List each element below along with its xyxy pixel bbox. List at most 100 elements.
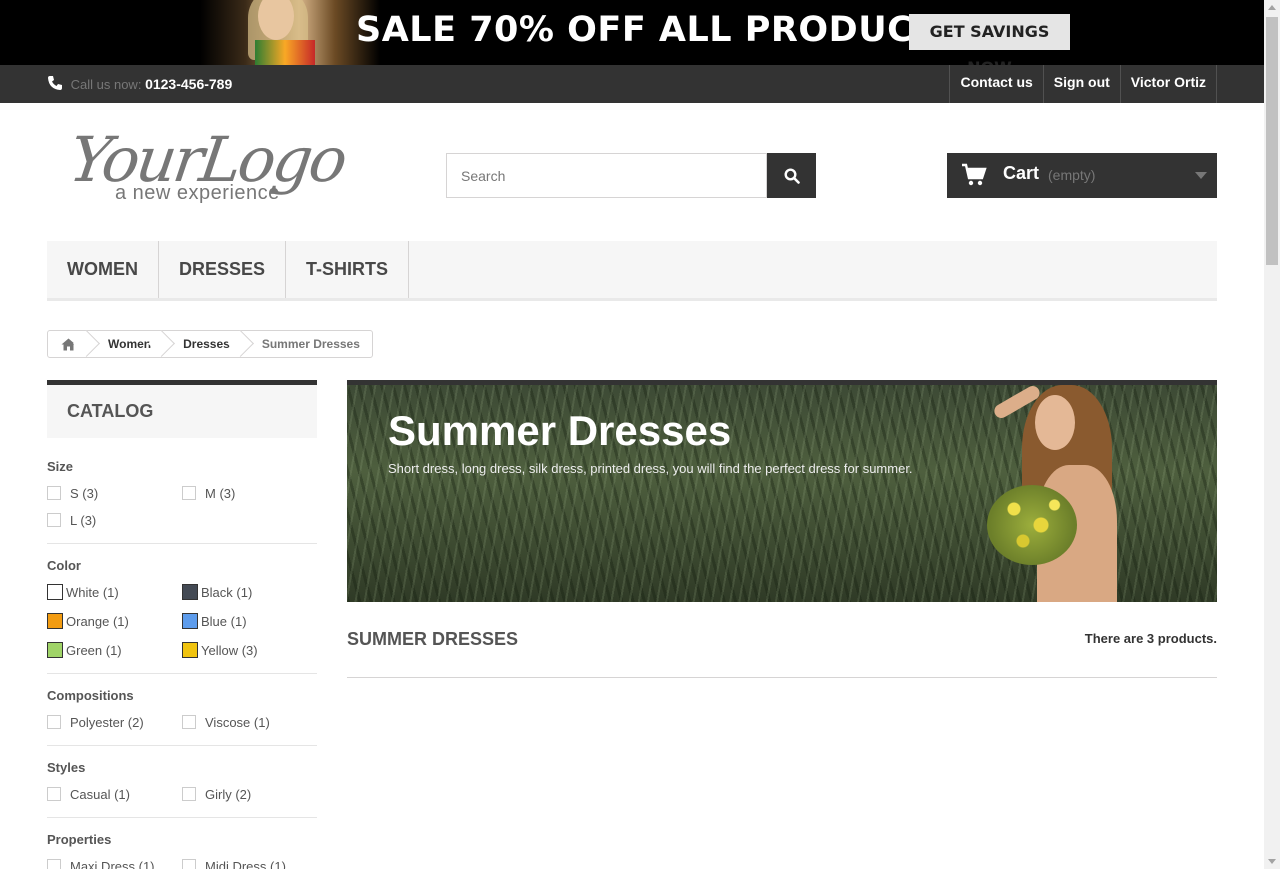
page-heading: SUMMER DRESSES There are 3 products. [347, 629, 1217, 678]
get-savings-button[interactable]: GET SAVINGS NOW [909, 14, 1070, 65]
filter-option[interactable]: Maxi Dress (1) [47, 857, 182, 869]
color-swatch[interactable] [47, 584, 63, 600]
product-count: There are 3 products. [1084, 631, 1217, 646]
breadcrumb-current: Summer Dresses [261, 337, 360, 351]
filter-title: Color [47, 558, 81, 573]
menu-item-women[interactable]: WOMEN [47, 241, 159, 298]
color-option[interactable]: Blue (1) [182, 612, 317, 630]
account-link[interactable]: Victor Ortiz [1119, 65, 1217, 103]
catalog-sidebar: CATALOG Size S (3) M (3) L (3) Color Whi… [47, 380, 317, 869]
main-menu: WOMEN DRESSES T-SHIRTS [47, 241, 1217, 301]
checkbox[interactable] [47, 486, 61, 500]
color-option[interactable]: Yellow (3) [182, 641, 317, 659]
filter-styles: Styles Casual (1) Girly (2) [47, 746, 317, 818]
filter-title: Size [47, 459, 74, 474]
category-name: Summer Dresses [388, 407, 732, 454]
filter-option-label: L (3) [70, 512, 97, 528]
filter-option-label: Yellow (3) [201, 642, 258, 658]
search-input[interactable] [446, 153, 767, 198]
filter-title: Compositions [47, 688, 134, 703]
scrollbar[interactable] [1264, 0, 1280, 869]
cart-icon [962, 163, 987, 186]
phone-info: Call us now: 0123-456-789 [47, 75, 232, 92]
checkbox[interactable] [47, 787, 61, 801]
phone-icon [48, 76, 62, 90]
scroll-down-icon[interactable] [1268, 859, 1276, 864]
scroll-up-icon[interactable] [1268, 5, 1276, 10]
search-icon [783, 167, 800, 184]
checkbox[interactable] [47, 859, 61, 869]
filter-option-label: Midi Dress (1) [205, 858, 286, 869]
menu-item-tshirts[interactable]: T-SHIRTS [286, 241, 410, 298]
menu-item-dresses[interactable]: DRESSES [159, 241, 287, 298]
checkbox[interactable] [182, 787, 196, 801]
filter-option-label: S (3) [70, 485, 99, 501]
filter-title: Properties [47, 832, 112, 847]
color-option[interactable]: White (1) [47, 583, 182, 601]
search-block [446, 153, 816, 198]
filter-option[interactable]: Casual (1) [47, 785, 182, 803]
top-bar: Call us now: 0123-456-789 Contact us Sig… [0, 65, 1264, 103]
sign-out-link[interactable]: Sign out [1042, 65, 1120, 103]
filter-option[interactable]: Polyester (2) [47, 713, 182, 731]
filter-option-label: Orange (1) [66, 613, 129, 629]
checkbox[interactable] [182, 715, 196, 729]
breadcrumb-dresses[interactable]: Dresses [163, 331, 242, 357]
chevron-down-icon [1195, 172, 1207, 179]
color-swatch[interactable] [47, 613, 63, 629]
color-option[interactable]: Orange (1) [47, 612, 182, 630]
search-button[interactable] [767, 153, 816, 198]
cart-button[interactable]: Cart (empty) [947, 153, 1217, 198]
contact-us-link[interactable]: Contact us [949, 65, 1042, 103]
home-icon [61, 338, 75, 350]
filter-option-label: Green (1) [66, 642, 122, 658]
filter-option-label: Viscose (1) [205, 714, 270, 730]
filter-option-label: Polyester (2) [70, 714, 144, 730]
breadcrumb: Women Dresses Summer Dresses [47, 330, 373, 358]
filter-option-label: Blue (1) [201, 613, 247, 629]
filter-option-label: Casual (1) [70, 786, 130, 802]
scrollbar-thumb[interactable] [1266, 17, 1278, 265]
filter-option[interactable]: Girly (2) [182, 785, 317, 803]
checkbox[interactable] [182, 486, 196, 500]
filter-option[interactable]: L (3) [47, 511, 182, 529]
filter-option[interactable]: Midi Dress (1) [182, 857, 317, 869]
filter-title: Styles [47, 760, 86, 775]
filter-option[interactable]: M (3) [182, 484, 317, 502]
promo-headline: SALE 70% OFF ALL PRODUCTS [356, 10, 964, 50]
color-option[interactable]: Black (1) [182, 583, 317, 601]
banner-model-image [967, 385, 1137, 602]
filter-option-label: Black (1) [201, 584, 253, 600]
checkbox[interactable] [182, 859, 196, 869]
catalog-title: CATALOG [47, 380, 317, 438]
checkbox[interactable] [47, 513, 61, 527]
filter-compositions: Compositions Polyester (2) Viscose (1) [47, 674, 317, 746]
color-swatch[interactable] [182, 613, 198, 629]
logo-tagline: a new experience [115, 182, 280, 204]
color-swatch[interactable] [182, 584, 198, 600]
color-option[interactable]: Green (1) [47, 641, 182, 659]
filter-option-label: Maxi Dress (1) [70, 858, 155, 869]
filter-size: Size S (3) M (3) L (3) [47, 438, 317, 544]
filter-option[interactable]: Viscose (1) [182, 713, 317, 731]
phone-number: 0123-456-789 [145, 76, 233, 92]
top-nav: Contact us Sign out Victor Ortiz [949, 65, 1217, 103]
color-swatch[interactable] [47, 642, 63, 658]
filter-option-label: White (1) [66, 584, 119, 600]
call-label: Call us now: [70, 77, 142, 92]
filter-option[interactable]: S (3) [47, 484, 182, 502]
filter-option-label: Girly (2) [205, 786, 252, 802]
checkbox[interactable] [47, 715, 61, 729]
category-description: Short dress, long dress, silk dress, pri… [388, 461, 913, 476]
cart-label: Cart [1003, 163, 1040, 183]
breadcrumb-home[interactable] [48, 331, 88, 357]
promo-model-image [200, 0, 380, 65]
site-logo[interactable]: YourLogo a new experience [65, 123, 360, 210]
promo-banner[interactable]: SALE 70% OFF ALL PRODUCTS GET SAVINGS NO… [0, 0, 1264, 65]
filter-color: Color White (1) Black (1) Orange (1) Blu… [47, 544, 317, 674]
color-swatch[interactable] [182, 642, 198, 658]
filter-option-label: M (3) [205, 485, 236, 501]
cart-status: (empty) [1048, 167, 1096, 183]
filter-properties: Properties Maxi Dress (1) Midi Dress (1) [47, 818, 317, 869]
category-banner: Summer Dresses Short dress, long dress, … [347, 380, 1217, 602]
